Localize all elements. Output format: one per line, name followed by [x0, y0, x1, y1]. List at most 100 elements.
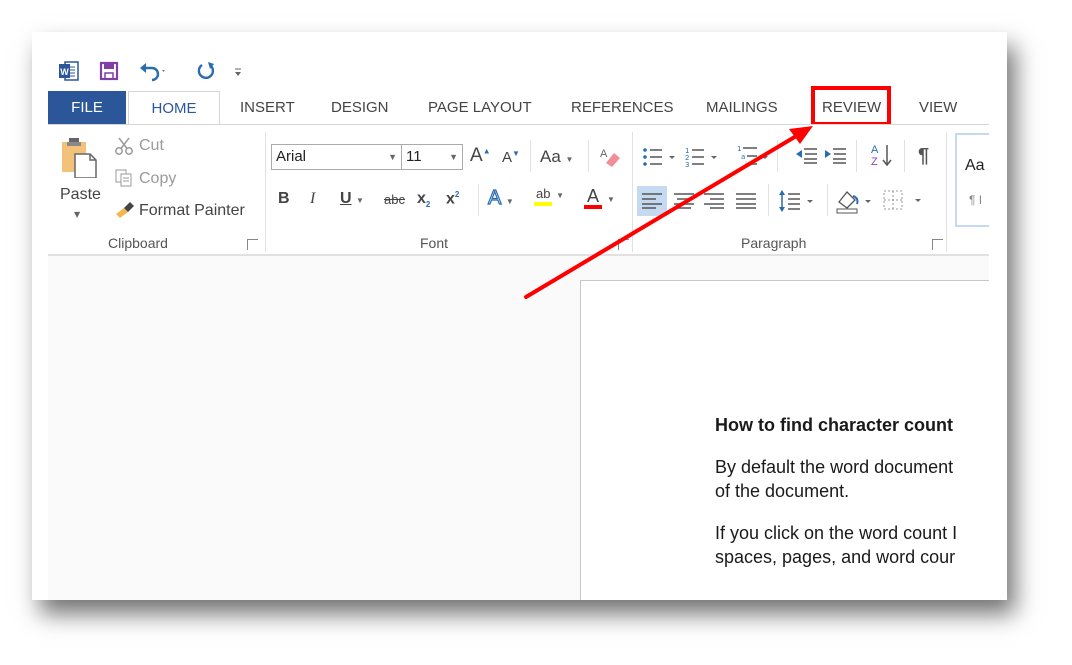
font-separator-2 [588, 140, 589, 172]
copy-button[interactable]: Copy [114, 168, 194, 190]
clipboard-dialog-launcher[interactable] [247, 239, 258, 250]
multilevel-list-icon[interactable]: 1ai [737, 144, 777, 168]
subscript-glyph: x [417, 190, 426, 207]
scissors-icon [115, 137, 133, 155]
font-size-value: 11 [406, 148, 422, 165]
font-size-dropdown-icon[interactable]: ▼ [449, 145, 458, 169]
font-group-separator [632, 132, 633, 252]
font-name-combo[interactable]: Arial ▼ [271, 144, 402, 170]
para-separator-1 [777, 140, 778, 172]
svg-text:i: i [745, 161, 747, 168]
show-hide-marks-button[interactable]: ¶ [918, 145, 929, 168]
svg-text:3: 3 [685, 161, 689, 168]
doc-heading: How to find character count [715, 415, 954, 435]
align-left-icon [642, 193, 662, 209]
font-size-combo[interactable]: 11 ▼ [401, 144, 463, 170]
font-name-dropdown-icon[interactable]: ▼ [388, 145, 397, 169]
paste-dropdown-icon[interactable]: ▼ [74, 210, 80, 219]
svg-text:Z: Z [871, 156, 878, 168]
change-case-button[interactable]: Aa ▼ [540, 147, 573, 167]
clipboard-separator [265, 132, 266, 252]
font-separator-1 [530, 140, 531, 172]
customize-qat-icon[interactable] [233, 66, 243, 78]
grow-font-button[interactable]: A▲ [470, 145, 491, 167]
tab-design[interactable]: DESIGN [331, 91, 389, 124]
paragraph-group-separator [946, 132, 947, 252]
underline-glyph: U [340, 190, 352, 207]
doc-para1-line1: By default the word document [715, 457, 954, 477]
sort-icon[interactable]: A Z [870, 142, 894, 168]
svg-text:a: a [741, 153, 745, 161]
para-separator-3 [904, 140, 905, 172]
align-right-icon[interactable] [704, 193, 724, 209]
bold-button[interactable]: B [278, 190, 290, 208]
tab-home[interactable]: HOME [128, 91, 220, 126]
word-logo-icon: W [59, 61, 79, 81]
clear-formatting-icon[interactable]: A [598, 145, 624, 169]
redo-icon[interactable] [195, 60, 217, 82]
cut-button[interactable]: Cut [114, 136, 184, 158]
para-separator-5 [827, 184, 828, 216]
clipboard-group-label: Clipboard [108, 235, 168, 251]
decrease-indent-icon[interactable] [795, 146, 819, 166]
svg-text:A: A [600, 148, 608, 160]
tab-page-layout[interactable]: PAGE LAYOUT [428, 91, 532, 124]
copy-label: Copy [139, 170, 177, 187]
paste-label: Paste [60, 186, 101, 203]
undo-icon[interactable] [138, 60, 168, 82]
doc-para2-line1: If you click on the word count I [715, 523, 958, 543]
bullets-icon[interactable] [642, 146, 682, 168]
paste-button[interactable]: Paste ▼ [56, 136, 102, 226]
underline-button[interactable]: U ▼ [340, 190, 364, 208]
tab-view[interactable]: VIEW [919, 91, 957, 124]
paragraph-group-label: Paragraph [741, 235, 807, 251]
font-separator-3 [478, 184, 479, 216]
superscript-glyph: x [446, 190, 455, 208]
svg-text:1: 1 [737, 145, 741, 153]
font-dialog-launcher[interactable] [618, 239, 629, 250]
svg-text:A: A [871, 144, 879, 156]
copy-icon [115, 169, 132, 187]
text-effects-button[interactable]: A ▼ [487, 186, 513, 210]
format-painter-button[interactable]: Format Painter [114, 200, 254, 222]
format-painter-icon [116, 202, 134, 218]
subscript-button[interactable]: x2 [417, 190, 430, 209]
superscript-button[interactable]: x2 [446, 190, 459, 208]
increase-indent-icon[interactable] [824, 146, 848, 166]
font-color-button[interactable]: A ▼ [584, 186, 615, 209]
align-left-button[interactable] [637, 186, 667, 216]
shading-icon[interactable] [835, 188, 877, 214]
strikethrough-button[interactable]: abc [384, 192, 405, 207]
para-separator-4 [768, 184, 769, 216]
font-name-value: Arial [276, 148, 307, 165]
justify-icon[interactable] [736, 193, 756, 209]
line-spacing-icon[interactable] [778, 189, 818, 213]
doc-para2-line2: spaces, pages, and word cour [715, 547, 956, 567]
borders-icon[interactable] [882, 189, 926, 213]
tab-file[interactable]: FILE [48, 91, 126, 124]
highlight-glyph: ab [534, 186, 553, 206]
text-effects-glyph: A [487, 186, 501, 209]
cut-label: Cut [139, 137, 164, 154]
style-normal-sample: Aa [965, 157, 985, 174]
para-separator-2 [856, 140, 857, 172]
italic-button[interactable]: I [310, 190, 315, 208]
document-page[interactable]: How to find character count By default t… [580, 280, 1001, 600]
word-window: W FILE HOME INSERT DESIGN PAGE LAYOUT RE… [32, 32, 1007, 600]
tab-mailings[interactable]: MAILINGS [706, 91, 778, 124]
review-tab-annotation-box [811, 86, 891, 126]
tab-references[interactable]: REFERENCES [571, 91, 674, 124]
save-icon[interactable] [99, 61, 119, 81]
format-painter-label: Format Painter [139, 202, 245, 219]
svg-text:W: W [60, 67, 69, 77]
tab-insert[interactable]: INSERT [240, 91, 295, 124]
font-group-label: Font [420, 235, 449, 251]
highlight-button[interactable]: ab ▼ [534, 186, 564, 206]
font-color-glyph: A [584, 187, 603, 209]
numbering-icon[interactable]: 123 [685, 146, 725, 168]
window-right-edge [989, 32, 1007, 600]
shrink-font-button[interactable]: A▼ [502, 149, 520, 166]
paragraph-dialog-launcher[interactable] [932, 239, 943, 250]
align-center-icon[interactable] [674, 193, 694, 209]
paste-icon [62, 138, 97, 178]
